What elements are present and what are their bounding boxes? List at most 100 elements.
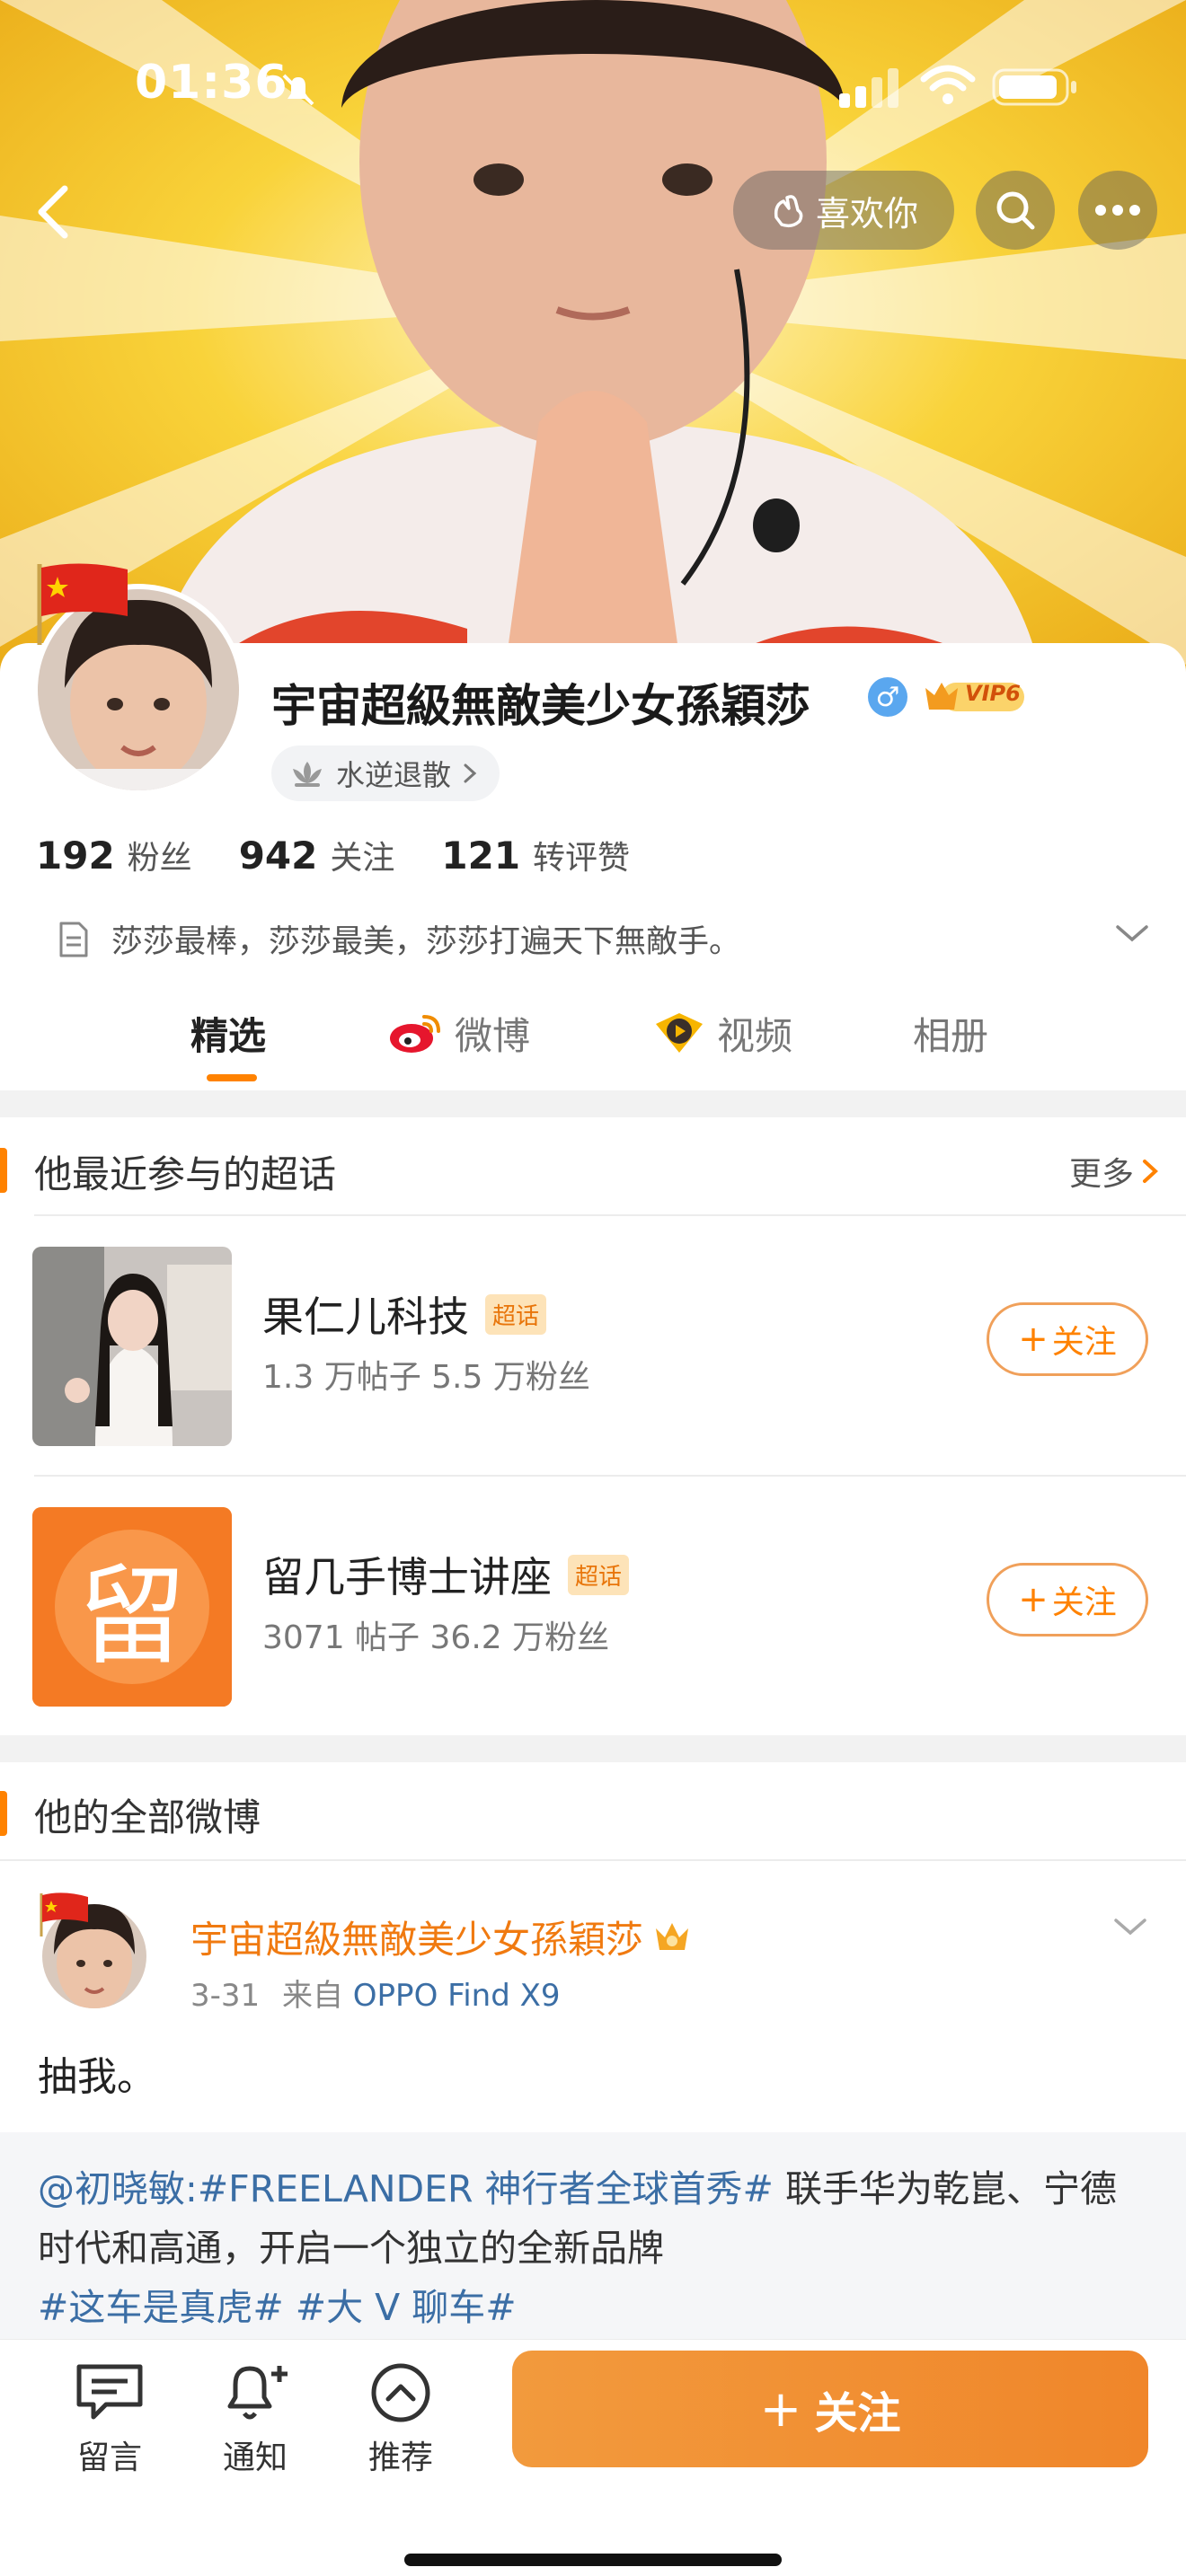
post-device[interactable]: OPPO Find X9	[353, 1978, 561, 2014]
recommend-label: 推荐	[367, 2439, 433, 2476]
plus-icon: +	[759, 2379, 802, 2439]
chevron-down-icon	[1114, 1919, 1146, 1936]
followers-label: 粉丝	[127, 840, 192, 877]
post-meta: 3-31 来自 OPPO Find X9	[190, 1971, 561, 2015]
supertopic-name-row: 果仁儿科技 超话	[262, 1284, 547, 1344]
follow-user-button[interactable]: + 关注	[512, 2351, 1148, 2467]
tab-album[interactable]: 相册	[913, 997, 988, 1069]
message-icon	[76, 2364, 143, 2420]
supertopics-title: 他最近参与的超话	[34, 1152, 337, 1196]
weibo-logo-icon	[390, 1015, 440, 1053]
profile-name: 宇宙超級無敵美少女孫穎莎	[271, 680, 810, 732]
post-menu-button[interactable]	[1111, 1913, 1150, 1944]
chevron-right-icon	[1143, 1160, 1158, 1183]
supertopic-badge: 超话	[568, 1554, 630, 1595]
title-pill-label: 水逆退散	[336, 758, 452, 792]
search-button[interactable]	[976, 171, 1055, 250]
tab-weibo[interactable]: 微博	[388, 997, 530, 1069]
vip-badge[interactable]: VIP6	[922, 675, 1026, 717]
like-you-label: 喜欢你	[815, 193, 918, 234]
back-button[interactable]	[25, 176, 88, 248]
follow-label: 关注	[1051, 1584, 1117, 1621]
supertopic-meta: 1.3 万帖子 5.5 万粉丝	[262, 1359, 590, 1396]
status-time: 01:36	[135, 56, 288, 110]
section-accent-bar	[0, 1148, 7, 1193]
home-indicator	[404, 2554, 782, 2566]
supertopic-name-row: 留几手博士讲座 超话	[262, 1545, 630, 1604]
supertopic-name: 留几手博士讲座	[262, 1553, 552, 1601]
silent-bell-icon	[279, 70, 318, 113]
supertopic-item[interactable]: 果仁儿科技 超话 1.3 万帖子 5.5 万粉丝 + 关注	[0, 1214, 1186, 1475]
video-play-icon	[656, 1013, 703, 1053]
post-from-label: 来自	[281, 1978, 343, 2014]
comment-button[interactable]: 留言	[56, 2361, 164, 2478]
supertopics-header: 他最近参与的超话 更多	[0, 1121, 1186, 1220]
interactions-stat[interactable]: 121 转评赞	[441, 832, 630, 878]
document-icon	[59, 922, 88, 957]
section-separator	[0, 1735, 1186, 1762]
profile-bio: 莎莎最棒，莎莎最美，莎莎打遍天下無敵手。	[56, 916, 1134, 962]
post-author-row[interactable]: 宇宙超級無敵美少女孫穎莎	[190, 1910, 692, 1964]
expand-bio-button[interactable]	[1112, 920, 1152, 950]
interactions-label: 转评赞	[533, 840, 631, 877]
tab-video-label: 视频	[717, 1013, 793, 1058]
tab-video[interactable]: 视频	[652, 997, 792, 1069]
recommend-button[interactable]: 推荐	[347, 2361, 455, 2478]
follow-label: 关注	[1051, 1324, 1117, 1361]
supertopic-name: 果仁儿科技	[262, 1292, 469, 1341]
bio-text: 莎莎最棒，莎莎最美，莎莎打遍天下無敵手。	[111, 924, 741, 960]
more-label: 更多	[1068, 1156, 1134, 1193]
active-tab-indicator	[207, 1074, 257, 1081]
post-author-name: 宇宙超級無敵美少女孫穎莎	[190, 1918, 644, 1962]
supertopic-thumbnail	[32, 1247, 232, 1446]
plus-icon: +	[1018, 1579, 1049, 1620]
back-arrow-icon	[38, 185, 68, 239]
tab-featured-label: 精选	[190, 1013, 267, 1058]
repost-tags[interactable]: #这车是真虎# #大 V 聊车#	[38, 2286, 517, 2329]
tab-album-label: 相册	[913, 1013, 989, 1058]
tab-featured[interactable]: 精选	[190, 997, 266, 1069]
interactions-count: 121	[441, 834, 521, 878]
chevron-down-icon	[1116, 925, 1148, 942]
profile-stats: 192 粉丝 942 关注 121 转评赞	[36, 832, 630, 878]
search-icon	[996, 191, 1035, 230]
title-pill[interactable]: 水逆退散	[271, 745, 500, 801]
section-accent-bar	[0, 1791, 7, 1836]
repost-mention[interactable]: @初晓敏:#FREELANDER 神行者全球首秀#	[38, 2167, 774, 2210]
weibo-section-title: 他的全部微博	[34, 1795, 261, 1839]
more-options-button[interactable]	[1078, 171, 1157, 250]
comment-label: 留言	[76, 2439, 142, 2476]
notify-button[interactable]: 通知	[201, 2361, 309, 2478]
weibo-header: 他的全部微博	[0, 1764, 1186, 1863]
supertopic-item[interactable]: 留 留几手博士讲座 超话 3071 帖子 36.2 万粉丝 + 关注	[0, 1475, 1186, 1735]
supertopic-badge: 超话	[485, 1293, 547, 1335]
following-stat[interactable]: 942 关注	[239, 832, 395, 878]
repost-block[interactable]: @初晓敏:#FREELANDER 神行者全球首秀# 联手华为乾崑、宁德时代和高通…	[0, 2132, 1186, 2339]
tab-weibo-label: 微博	[455, 1013, 531, 1058]
wifi-icon	[920, 65, 976, 110]
follow-supertopic-button[interactable]: + 关注	[987, 1563, 1148, 1636]
bell-plus-icon	[227, 2366, 288, 2420]
battery-icon	[992, 66, 1078, 111]
like-you-button[interactable]: 喜欢你	[733, 171, 954, 250]
supertopics-more-link[interactable]: 更多	[1069, 1148, 1159, 1195]
vip-crown-icon	[656, 1922, 689, 1950]
post-text: 抽我。	[38, 2054, 156, 2100]
lotus-icon	[293, 762, 322, 787]
follow-supertopic-button[interactable]: + 关注	[987, 1302, 1148, 1376]
notify-label: 通知	[222, 2439, 288, 2476]
thumb-character: 留	[78, 1555, 186, 1680]
signal-icon	[839, 66, 898, 111]
male-gender-icon: ♂	[868, 677, 907, 717]
post-avatar[interactable]	[36, 1892, 153, 2008]
supertopic-thumbnail: 留	[32, 1507, 232, 1707]
followers-stat[interactable]: 192 粉丝	[36, 832, 192, 878]
profile-tabs: 精选 微博 视频 相册	[0, 997, 1186, 1087]
china-flag-icon	[27, 559, 135, 652]
section-separator	[0, 1090, 1186, 1117]
vip-level: VIP6	[965, 681, 1021, 706]
repost-text: @初晓敏:#FREELANDER 神行者全球首秀# 联手华为乾崑、宁德时代和高通…	[38, 2159, 1152, 2337]
more-dots-icon	[1095, 205, 1140, 216]
following-label: 关注	[330, 840, 395, 877]
chevron-right-icon	[464, 763, 477, 783]
